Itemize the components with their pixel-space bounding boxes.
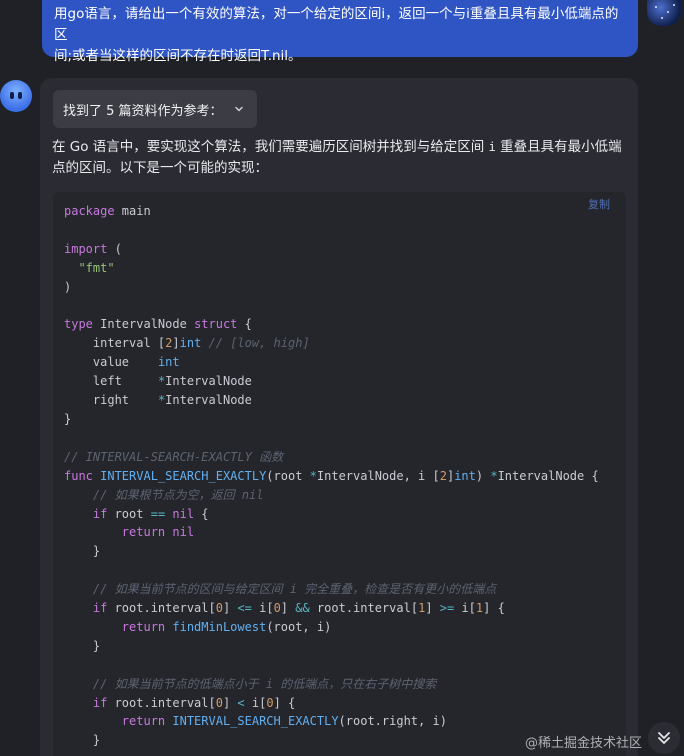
user-message-line-1: 用go语言，请给出一个有效的算法，对一个给定的区间i，返回一个与i重叠且具有最小…	[54, 6, 619, 43]
answer-intro-text: 在 Go 语言中，要实现这个算法，我们需要遍历区间树并找到与给定区间 i 重叠且…	[52, 139, 622, 176]
code-content: package main import ( "fmt" ) type Inter…	[64, 204, 599, 748]
watermark: @稀土掘金技术社区	[525, 736, 643, 751]
scroll-to-bottom-button[interactable]	[648, 722, 680, 754]
assistant-message-card: 找到了 5 篇资料作为参考： 在 Go 语言中，要实现这个算法，我们需要遍历区间…	[40, 78, 638, 756]
user-avatar[interactable]	[647, 0, 681, 26]
user-message-line-2: 间;或者当这样的区间不存在时返回T.nil。	[54, 48, 302, 64]
code-block: 复制 package main import ( "fmt" ) type In…	[53, 192, 626, 756]
chevron-down-icon	[235, 106, 243, 112]
assistant-avatar	[0, 80, 32, 112]
user-message-bubble: 用go语言，请给出一个有效的算法，对一个给定的区间i，返回一个与i重叠且具有最小…	[42, 0, 638, 64]
references-label: 找到了 5 篇资料作为参考：	[63, 103, 223, 119]
references-dropdown[interactable]: 找到了 5 篇资料作为参考：	[53, 90, 257, 128]
inline-code-i: i	[488, 140, 496, 154]
double-chevron-down-icon	[658, 732, 670, 744]
